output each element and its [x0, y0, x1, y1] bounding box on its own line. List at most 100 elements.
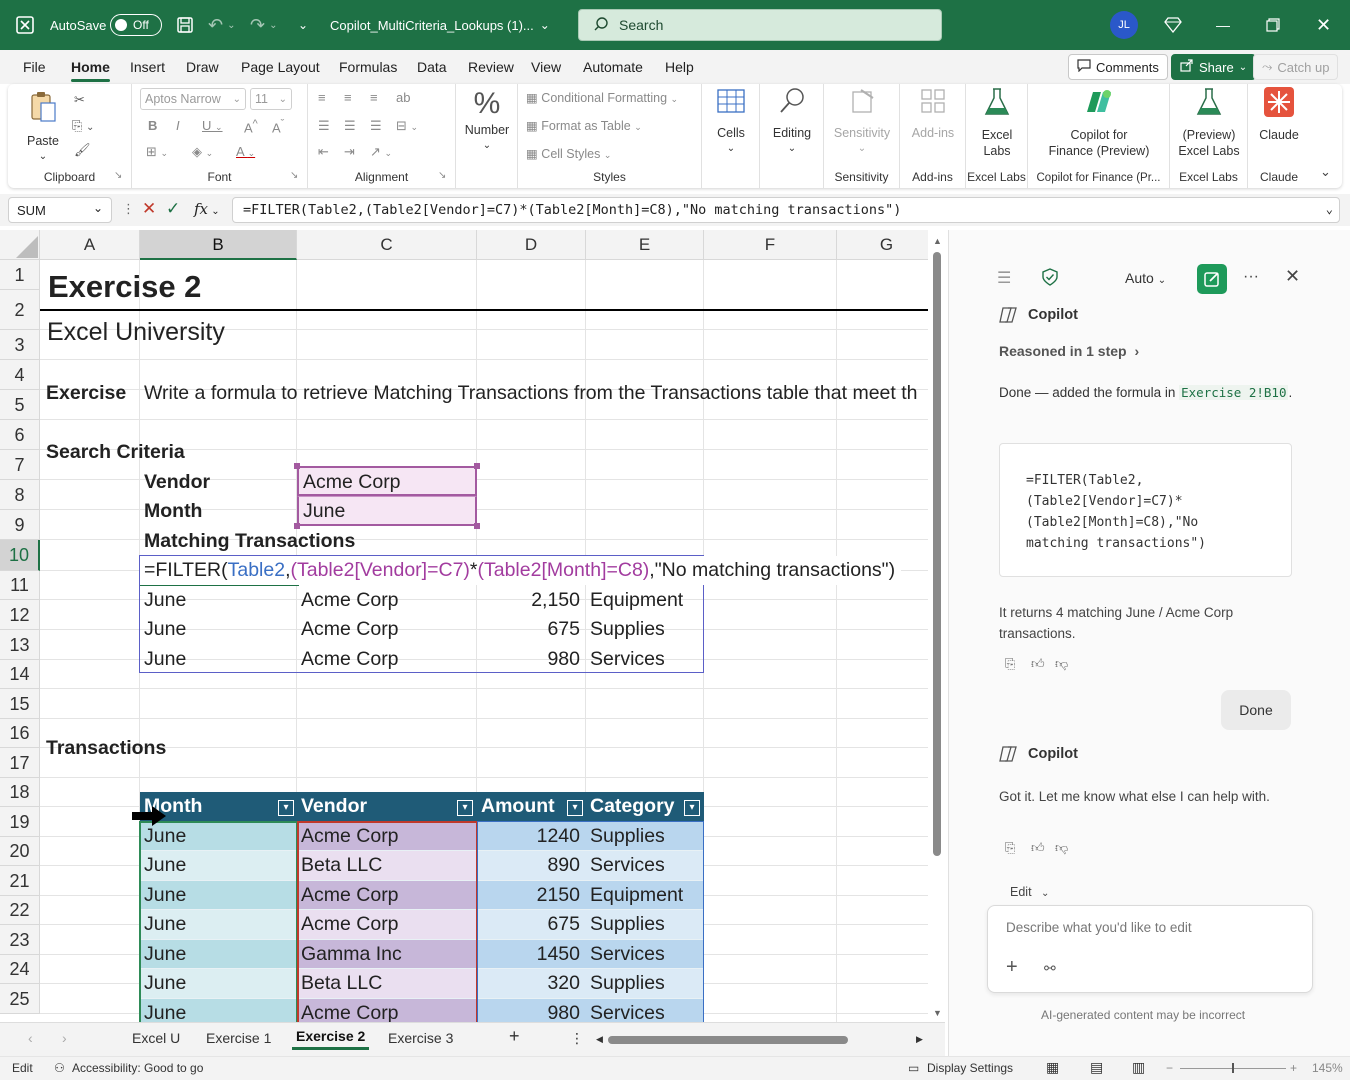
format-as-table-button[interactable]: ▦ Format as Table ⌄ [526, 118, 642, 133]
increase-font-icon[interactable]: A^ [244, 118, 258, 135]
zoom-level[interactable]: 145% [1312, 1061, 1343, 1075]
copy-icon[interactable]: ⎘ [1005, 840, 1015, 856]
zoom-slider-thumb[interactable] [1232, 1063, 1234, 1073]
row-header[interactable]: 17 [0, 748, 40, 778]
merge-icon[interactable]: ⊟ ⌄ [396, 118, 418, 134]
table-cell-category[interactable]: Supplies [586, 969, 665, 998]
align-top-icon[interactable]: ≡ [318, 90, 326, 105]
thumbs-up-icon[interactable]: 👍︎ [1031, 840, 1045, 856]
column-header-c[interactable]: C [297, 230, 477, 260]
tools-icon[interactable]: ⚯ [1044, 960, 1056, 977]
range-handle[interactable] [294, 463, 300, 469]
filter-dropdown-icon[interactable]: ▾ [567, 800, 583, 816]
table-cell-amount[interactable]: 675 [477, 910, 586, 939]
row-header[interactable]: 13 [0, 630, 40, 660]
cut-icon[interactable]: ✂ [74, 92, 85, 108]
attach-plus-icon[interactable]: + [1006, 956, 1018, 979]
column-header-d[interactable]: D [477, 230, 586, 260]
shield-check-icon[interactable] [1041, 268, 1059, 289]
sheet-tab-excel-u[interactable]: Excel U [132, 1030, 180, 1046]
menu-icon[interactable]: ☰ [997, 268, 1011, 288]
table-cell-amount[interactable]: 2150 [477, 881, 586, 910]
align-left-icon[interactable]: ☰ [318, 118, 330, 134]
table-cell-vendor[interactable]: Gamma Inc [297, 940, 402, 969]
table-cell-month[interactable]: June [140, 881, 186, 910]
enter-check-icon[interactable]: ✓ [166, 199, 180, 219]
range-handle[interactable] [474, 463, 480, 469]
preview-labs-button[interactable]: (Preview) Excel Labs [1170, 86, 1248, 159]
copy-icon[interactable]: ⎘ ⌄ [72, 118, 94, 134]
result-month[interactable]: June [140, 586, 186, 615]
close-window-icon[interactable]: ✕ [1316, 0, 1331, 50]
row-header[interactable]: 1 [0, 260, 40, 290]
table-cell-category[interactable]: Equipment [586, 881, 683, 910]
font-size-select[interactable]: 11 ⌄ [250, 88, 292, 110]
name-box[interactable]: SUM ⌄ [8, 197, 112, 223]
close-pane-icon[interactable]: ✕ [1285, 266, 1300, 287]
table-cell-vendor[interactable]: Acme Corp [297, 910, 399, 939]
sheet-options-icon[interactable]: ⋮ [570, 1030, 584, 1047]
increase-indent-icon[interactable]: ⇥ [344, 144, 355, 160]
table-cell-month[interactable]: June [140, 999, 186, 1022]
expand-formula-icon[interactable]: ⌄ [1326, 202, 1333, 216]
row-header[interactable]: 6 [0, 420, 40, 450]
transactions-label[interactable]: Transactions [42, 734, 166, 763]
column-header-b[interactable]: B [140, 230, 297, 260]
table-cell-category[interactable]: Services [586, 940, 665, 969]
conditional-formatting-button[interactable]: ▦ Conditional Formatting ⌄ [526, 90, 678, 105]
filter-dropdown-icon[interactable]: ▾ [278, 800, 294, 816]
result-vendor[interactable]: Acme Corp [297, 645, 399, 674]
comments-button[interactable]: Comments [1068, 54, 1168, 80]
row-header[interactable]: 18 [0, 778, 40, 807]
result-category[interactable]: Supplies [586, 615, 665, 644]
borders-icon[interactable]: ⊞ ⌄ [146, 144, 168, 160]
thumbs-down-icon[interactable]: 👎︎ [1055, 840, 1068, 856]
table-cell-vendor[interactable]: Acme Corp [297, 999, 399, 1022]
dialog-launcher-icon[interactable]: ↘ [290, 170, 298, 181]
share-button[interactable]: Share ⌄ [1171, 54, 1257, 80]
table-cell-vendor[interactable]: Beta LLC [297, 969, 382, 998]
month-value-cell[interactable]: June [297, 496, 477, 526]
italic-icon[interactable]: I [176, 118, 180, 133]
row-header[interactable]: 21 [0, 866, 40, 896]
tab-insert[interactable]: Insert [130, 59, 165, 75]
align-bottom-icon[interactable]: ≡ [370, 90, 378, 105]
table-header-category[interactable]: Category ▾ [586, 792, 704, 822]
row-header[interactable]: 14 [0, 660, 40, 689]
cell-reference[interactable]: Exercise 2!B10 [1179, 385, 1289, 400]
page-layout-view-icon[interactable]: ▤ [1090, 1059, 1103, 1076]
search-criteria-label[interactable]: Search Criteria [42, 438, 185, 467]
result-category[interactable]: Services [586, 645, 665, 674]
result-month[interactable]: June [140, 615, 186, 644]
save-icon[interactable] [176, 0, 194, 50]
more-options-icon[interactable]: ⋮ [122, 201, 135, 217]
mode-dropdown[interactable]: Auto ⌄ [1125, 270, 1166, 286]
exercise-label[interactable]: Exercise [42, 379, 126, 408]
row-header[interactable]: 5 [0, 390, 40, 420]
column-header-a[interactable]: A [40, 230, 140, 260]
table-cell-amount[interactable]: 890 [477, 851, 586, 880]
align-middle-icon[interactable]: ≡ [344, 90, 352, 105]
minimize-icon[interactable]: — [1216, 0, 1230, 50]
cancel-icon[interactable]: ✕ [142, 199, 156, 219]
edit-mode-dropdown[interactable]: Edit ⌄ [1010, 885, 1049, 899]
table-cell-category[interactable]: Services [586, 851, 665, 880]
result-vendor[interactable]: Acme Corp [297, 586, 399, 615]
result-amount[interactable]: 2,150 [477, 586, 586, 615]
decrease-indent-icon[interactable]: ⇤ [318, 144, 329, 160]
result-category[interactable]: Equipment [586, 586, 683, 615]
reasoned-toggle[interactable]: Reasoned in 1 step › [999, 343, 1139, 359]
table-cell-amount[interactable]: 320 [477, 969, 586, 998]
table-cell-category[interactable]: Supplies [586, 822, 665, 851]
align-center-icon[interactable]: ☰ [344, 118, 356, 134]
cells-button[interactable]: Cells ⌄ [702, 86, 760, 157]
tab-automate[interactable]: Automate [583, 59, 643, 75]
hscroll-right-icon[interactable]: ▶ [916, 1034, 923, 1045]
sheet-tab-exercise-2[interactable]: Exercise 2 [291, 1028, 370, 1050]
horizontal-scroll-thumb[interactable] [608, 1036, 848, 1044]
result-month[interactable]: June [140, 645, 186, 674]
table-header-amount[interactable]: Amount ▾ [477, 792, 586, 822]
table-cell-category[interactable]: Services [586, 999, 665, 1022]
row-header[interactable]: 8 [0, 480, 40, 510]
table-header-vendor[interactable]: Vendor ▾ [297, 792, 477, 822]
